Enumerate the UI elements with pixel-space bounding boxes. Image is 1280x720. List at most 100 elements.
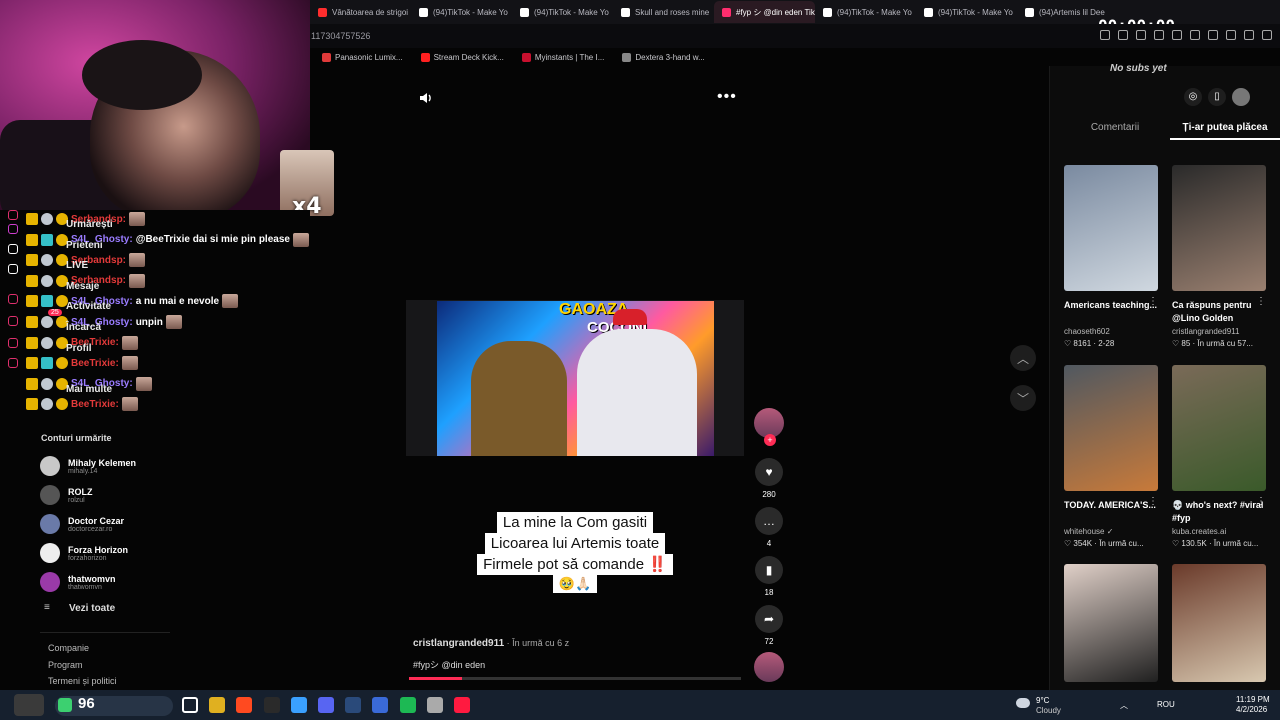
- next-video-button[interactable]: ﹀: [1010, 385, 1036, 411]
- nav-item[interactable]: Activitate: [66, 301, 111, 312]
- profile-avatar[interactable]: [1232, 88, 1250, 106]
- clock-date[interactable]: 4/2/2026: [1236, 705, 1267, 714]
- video-card[interactable]: [1172, 564, 1266, 682]
- followed-account[interactable]: thatwomvn thatwomvn: [40, 568, 116, 596]
- taskbar-app-icon[interactable]: [345, 697, 362, 713]
- compass-icon[interactable]: ◎: [1184, 88, 1202, 106]
- chat-username[interactable]: BeeTrixie:: [71, 358, 119, 369]
- x-icon[interactable]: [8, 264, 18, 274]
- footer-program[interactable]: Program: [48, 660, 83, 670]
- rail-icon[interactable]: [8, 316, 18, 326]
- see-all-link[interactable]: Vezi toate: [69, 603, 115, 614]
- account-name[interactable]: ROLZ: [68, 487, 93, 497]
- video-card-thumbnail[interactable]: [1064, 564, 1158, 682]
- video-card-author[interactable]: whitehouse ✓: [1064, 527, 1158, 536]
- bookmark-item[interactable]: Stream Deck Kick...: [420, 52, 504, 62]
- menu-icon[interactable]: [1262, 30, 1272, 40]
- heart-icon[interactable]: ♥: [755, 458, 783, 486]
- nav-item[interactable]: Prieteni: [66, 240, 103, 251]
- video-card-thumbnail[interactable]: [1064, 365, 1158, 491]
- browser-tab[interactable]: (94)TikTok - Make Yo: [411, 1, 512, 23]
- video-card-thumbnail[interactable]: [1172, 564, 1266, 682]
- video-card-author[interactable]: chaoseth602: [1064, 327, 1158, 336]
- video-card-thumbnail[interactable]: [1172, 365, 1266, 491]
- url-text[interactable]: 117304757526: [311, 31, 370, 41]
- clock-time[interactable]: 11:19 PM: [1236, 695, 1270, 704]
- video-thumbnail[interactable]: GAOAZA COCONI: [437, 301, 714, 456]
- account-avatar[interactable]: [40, 572, 60, 592]
- address-bar[interactable]: 117304757526: [310, 24, 1280, 48]
- nav-item[interactable]: Mesaje: [66, 281, 99, 292]
- bookmark-item[interactable]: Myinstants | The I...: [521, 52, 604, 62]
- browser-tab[interactable]: (94)TikTok - Make Yo: [512, 1, 613, 23]
- taskbar-app-icon[interactable]: [263, 697, 280, 713]
- share-icon[interactable]: [1172, 30, 1182, 40]
- card-more-icon[interactable]: ⋮: [1148, 296, 1158, 307]
- browser-tab[interactable]: Vânătoarea de strigoi: [310, 1, 411, 23]
- nav-item[interactable]: Încarcă: [66, 322, 101, 333]
- tiktok-icon[interactable]: [8, 244, 18, 254]
- account-avatar[interactable]: [40, 485, 60, 505]
- followed-account[interactable]: Mihaly Kelemen mihaly.14: [40, 452, 136, 480]
- tab-you-may-like[interactable]: Ți-ar putea plăcea: [1170, 118, 1280, 140]
- taskbar-app-icon[interactable]: [399, 697, 416, 713]
- followed-account[interactable]: Forza Horizon forzahorizon: [40, 539, 128, 567]
- video-card[interactable]: 💀 who's next? #viral #fyp kuba.creates.ai…: [1172, 365, 1266, 548]
- video-card[interactable]: [1064, 564, 1158, 682]
- bookmark-item[interactable]: Panasonic Lumix...: [322, 52, 403, 62]
- followed-account[interactable]: Doctor Cezar doctorcezar.ro: [40, 510, 124, 538]
- account-avatar[interactable]: [40, 543, 60, 563]
- nav-item[interactable]: Mai multe: [66, 384, 112, 395]
- account-avatar[interactable]: [40, 456, 60, 476]
- video-author[interactable]: cristlangranded911 · În urmă cu 6 z: [413, 638, 569, 649]
- video-card[interactable]: Ca răspuns pentru @Lino Golden cristlangr…: [1172, 165, 1266, 348]
- tab-comments[interactable]: Comentarii: [1060, 118, 1170, 140]
- account-name[interactable]: Doctor Cezar: [68, 516, 124, 526]
- browser-tab[interactable]: #fyp シ @din eden TikTok: [714, 1, 815, 23]
- nav-item[interactable]: Urmărești: [66, 219, 113, 230]
- volume-icon[interactable]: [418, 90, 434, 106]
- nav-item[interactable]: LIVE: [66, 260, 88, 271]
- card-more-icon[interactable]: ⋮: [1148, 496, 1158, 507]
- video-card-title[interactable]: TODAY. AMERICA'S...: [1064, 499, 1158, 525]
- account-name[interactable]: thatwomvn: [68, 574, 116, 584]
- account-avatar[interactable]: [40, 514, 60, 534]
- video-hashtags[interactable]: #fypシ @din eden: [413, 658, 485, 671]
- rail-icon[interactable]: [8, 210, 18, 220]
- download-icon[interactable]: [1226, 30, 1236, 40]
- browser-tab[interactable]: (94)TikTok - Make Yo: [815, 1, 916, 23]
- instagram-icon[interactable]: [8, 224, 18, 234]
- footer-terms[interactable]: Termeni și politici: [48, 676, 117, 686]
- ai-icon[interactable]: [1244, 30, 1254, 40]
- video-card-thumbnail[interactable]: [1064, 165, 1158, 291]
- bookmark-icon[interactable]: ▮: [755, 556, 783, 584]
- video-card-title[interactable]: 💀 who's next? #viral #fyp: [1172, 499, 1266, 525]
- video-card[interactable]: Americans teaching... chaoseth602 ♡ 8161 ·…: [1064, 165, 1158, 348]
- card-more-icon[interactable]: ⋮: [1256, 296, 1266, 307]
- phone-icon[interactable]: ▯: [1208, 88, 1226, 106]
- taskbar-app-icon[interactable]: [454, 697, 470, 713]
- bookmark-item[interactable]: Dextera 3-hand w...: [622, 52, 705, 62]
- account-name[interactable]: Mihaly Kelemen: [68, 458, 136, 468]
- screenshot-icon[interactable]: [1118, 30, 1128, 40]
- video-card-title[interactable]: Americans teaching...: [1064, 299, 1158, 325]
- creator-avatar[interactable]: +: [754, 408, 784, 446]
- taskbar-widget[interactable]: [55, 696, 173, 716]
- heart-icon[interactable]: [1190, 30, 1200, 40]
- video-card[interactable]: TODAY. AMERICA'S... whitehouse ✓ ♡ 354K · …: [1064, 365, 1158, 548]
- share-icon[interactable]: ➦: [755, 605, 783, 633]
- comment-button[interactable]: … 4: [754, 507, 784, 548]
- extensions-icon[interactable]: [1208, 30, 1218, 40]
- author-name[interactable]: cristlangranded911: [413, 638, 504, 649]
- taskbar-app-icon[interactable]: [182, 697, 198, 713]
- rail-icon[interactable]: [8, 294, 18, 304]
- card-more-icon[interactable]: ⋮: [1256, 496, 1266, 507]
- browser-tab[interactable]: (94)TikTok - Make Yo: [916, 1, 1017, 23]
- browser-tab[interactable]: Skull and roses mine: [613, 1, 714, 23]
- taskbar-app-icon[interactable]: [426, 697, 443, 713]
- like-button[interactable]: ♥ 280: [754, 458, 784, 499]
- more-options-icon[interactable]: •••: [717, 88, 737, 106]
- play-icon[interactable]: [1154, 30, 1164, 40]
- bookmark-icon[interactable]: [1100, 30, 1110, 40]
- music-disc-icon[interactable]: [754, 652, 784, 682]
